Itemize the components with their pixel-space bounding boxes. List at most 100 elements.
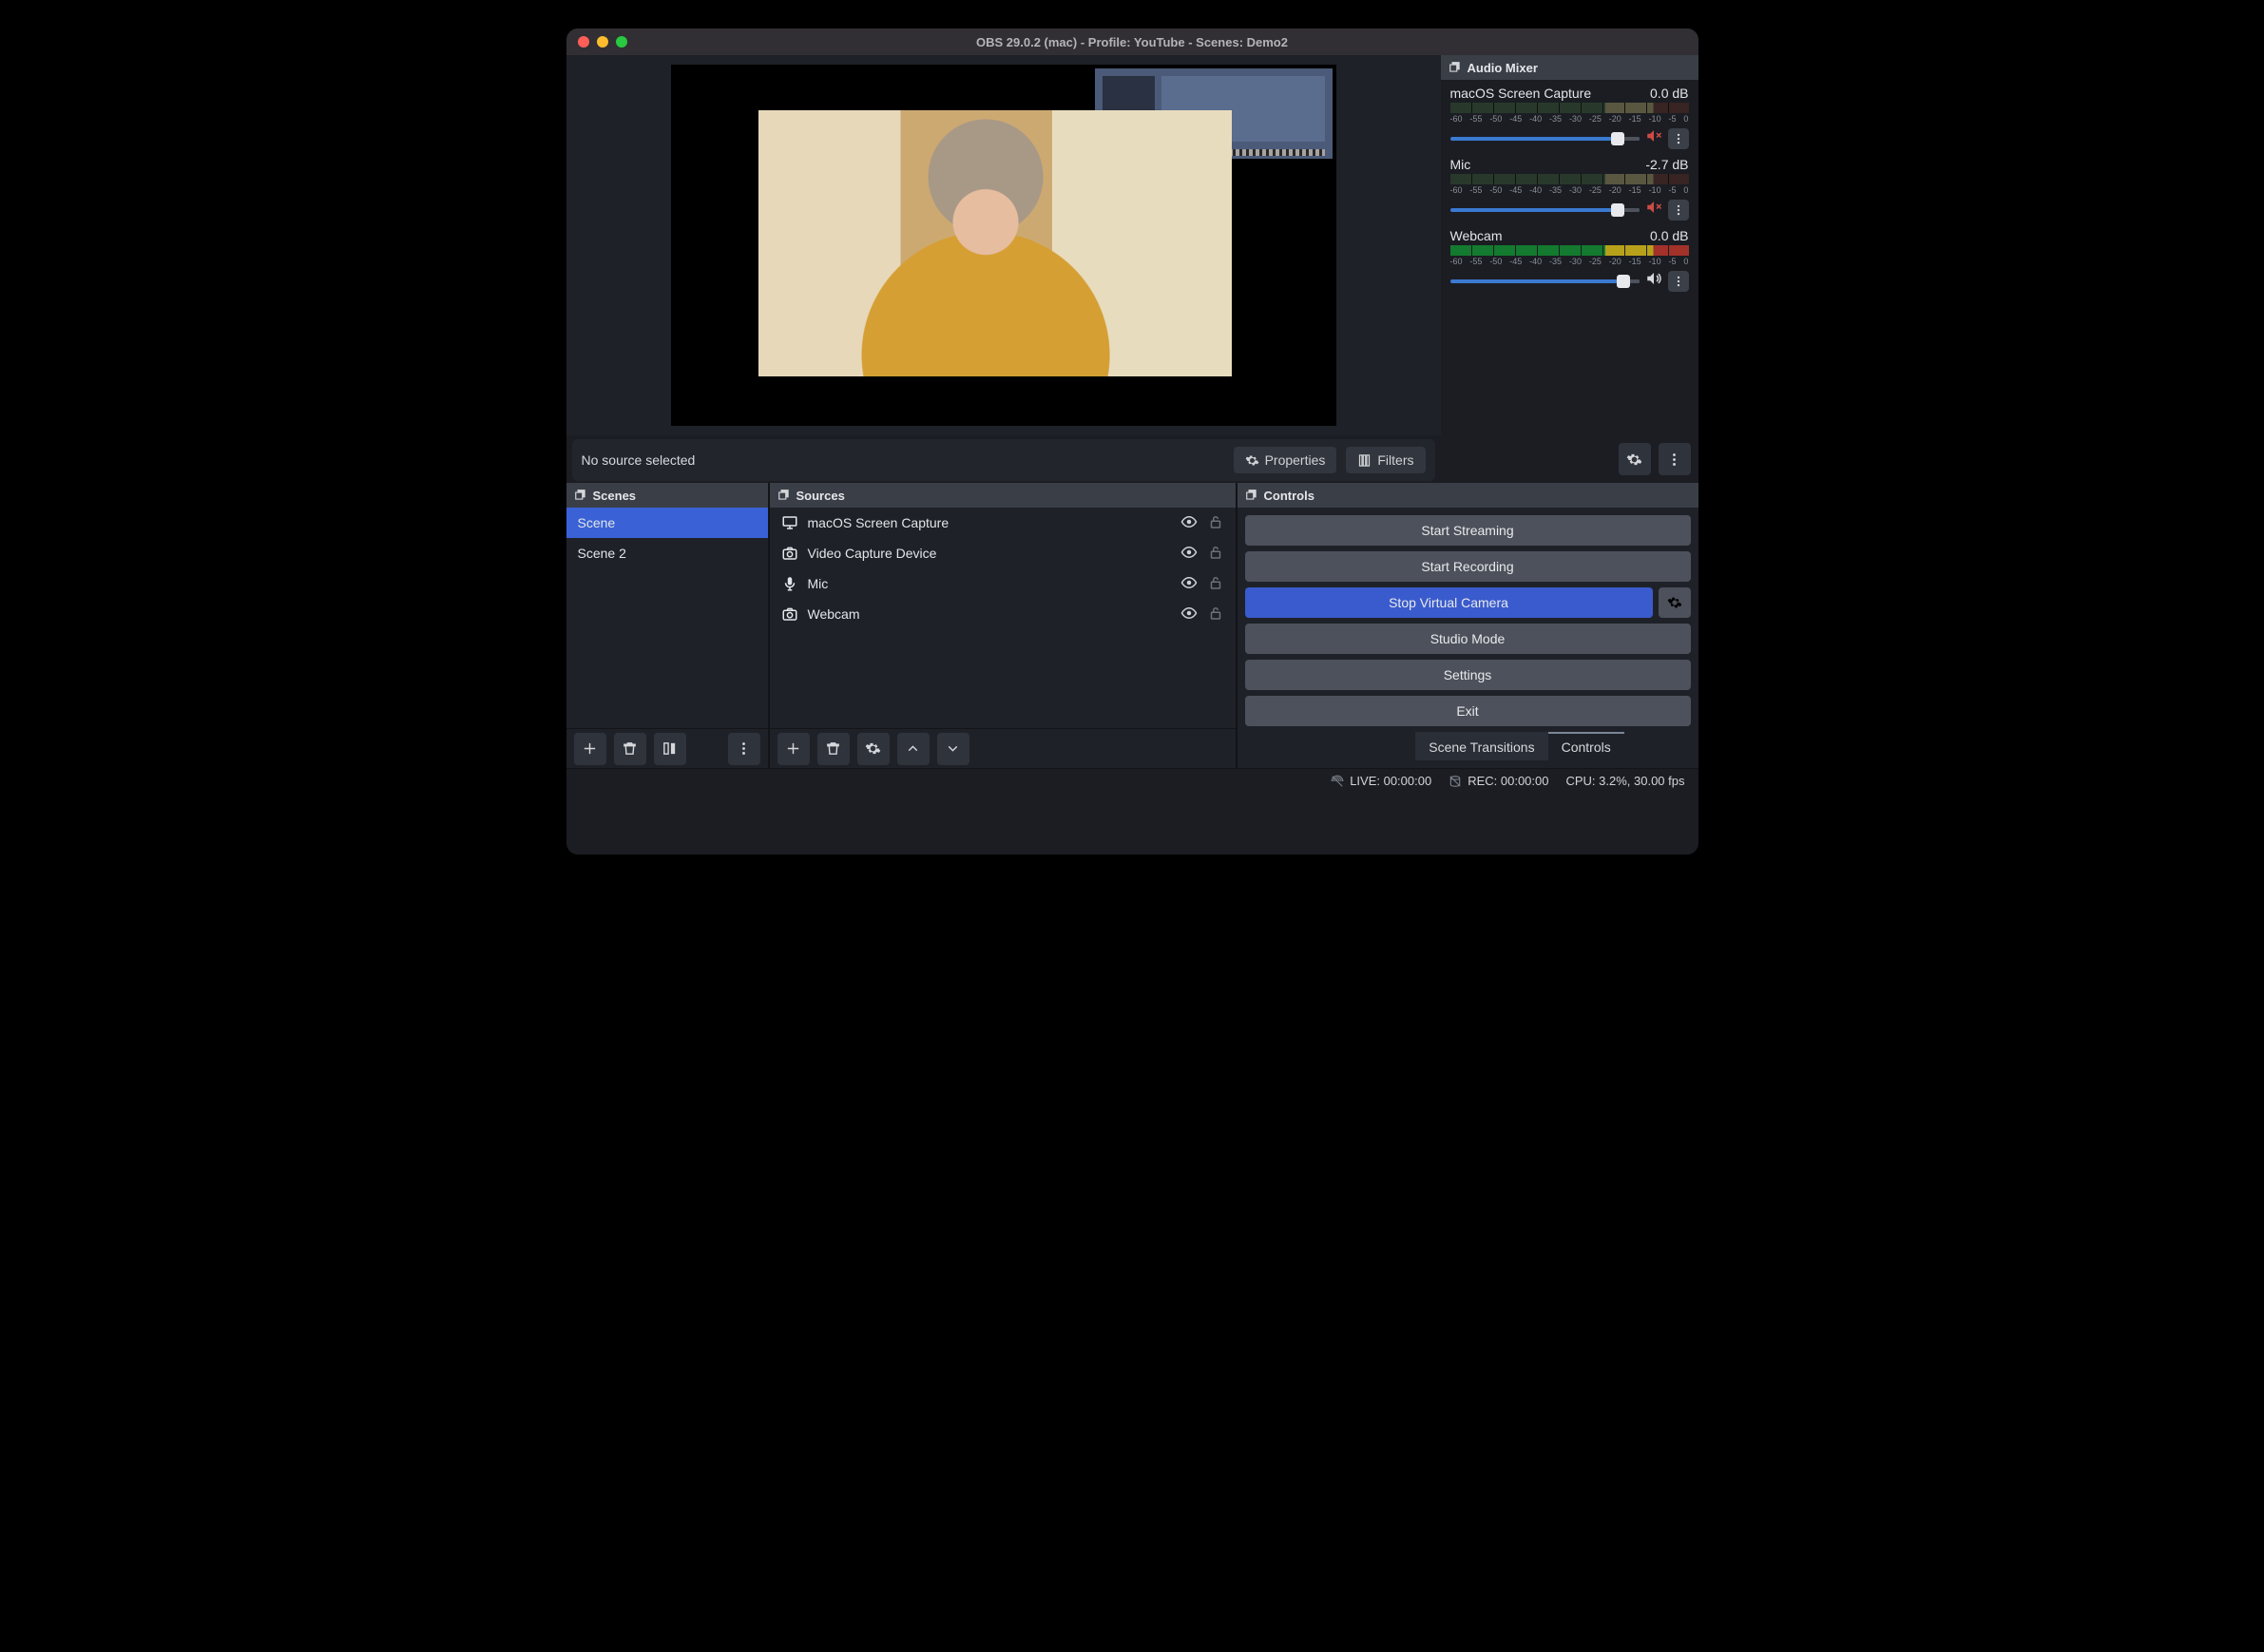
camera-icon (781, 545, 798, 562)
tab-scene-transitions[interactable]: Scene Transitions (1415, 732, 1547, 760)
toggle-lock-button[interactable] (1207, 574, 1224, 594)
preview-canvas[interactable] (671, 65, 1336, 426)
gear-icon (865, 740, 881, 757)
source-label: macOS Screen Capture (808, 515, 1171, 530)
popout-icon (574, 489, 587, 502)
channel-menu-button[interactable] (1668, 200, 1689, 221)
volume-slider[interactable] (1450, 137, 1640, 141)
statusbar: LIVE: 00:00:00 REC: 00:00:00 CPU: 3.2%, … (566, 768, 1698, 793)
audio-mixer-header[interactable]: Audio Mixer (1441, 55, 1698, 80)
level-meter (1450, 103, 1689, 113)
mixer-settings-button[interactable] (1619, 443, 1651, 475)
toggle-visibility-button[interactable] (1180, 544, 1198, 564)
mute-icon[interactable] (1645, 127, 1662, 149)
source-item[interactable]: Mic (770, 568, 1236, 599)
source-label: Mic (808, 576, 1171, 591)
stop-virtual-camera-button[interactable]: Stop Virtual Camera (1245, 587, 1653, 618)
virtual-camera-settings-button[interactable] (1659, 587, 1691, 618)
scenes-header[interactable]: Scenes (566, 483, 768, 508)
filters-button[interactable]: Filters (1346, 447, 1425, 473)
move-source-up-button[interactable] (897, 733, 930, 765)
mixer-channel-name: Mic (1450, 157, 1471, 172)
remove-scene-button[interactable] (614, 733, 646, 765)
source-item[interactable]: Video Capture Device (770, 538, 1236, 568)
controls-body: Start Streaming Start Recording Stop Vir… (1238, 508, 1698, 768)
tab-controls[interactable]: Controls (1548, 732, 1624, 760)
mic-icon (781, 575, 798, 592)
level-meter (1450, 245, 1689, 256)
live-timer: LIVE: 00:00:00 (1350, 774, 1431, 788)
add-source-button[interactable] (777, 733, 810, 765)
camera-icon (781, 605, 798, 623)
start-recording-button[interactable]: Start Recording (1245, 551, 1691, 582)
plus-icon (582, 740, 598, 757)
filters-icon (1357, 453, 1372, 468)
scene-item[interactable]: Scene 2 (566, 538, 768, 568)
toggle-lock-button[interactable] (1207, 544, 1224, 564)
sources-list: macOS Screen Capture Video Capture Devic… (770, 508, 1236, 728)
streaming-status-icon (1331, 775, 1344, 788)
rec-timer: REC: 00:00:00 (1468, 774, 1548, 788)
mixer-channel-name: Webcam (1450, 228, 1503, 243)
mixer-channel-name: macOS Screen Capture (1450, 86, 1592, 101)
source-item[interactable]: Webcam (770, 599, 1236, 629)
mixer-channel-db: 0.0 dB (1650, 228, 1688, 243)
toggle-lock-button[interactable] (1207, 605, 1224, 624)
monitor-icon (781, 514, 798, 531)
volume-slider[interactable] (1450, 208, 1640, 212)
cpu-fps: CPU: 3.2%, 30.00 fps (1565, 774, 1684, 788)
dots-icon (736, 740, 752, 757)
controls-header[interactable]: Controls (1238, 483, 1698, 508)
source-item[interactable]: macOS Screen Capture (770, 508, 1236, 538)
toggle-lock-button[interactable] (1207, 513, 1224, 533)
volume-slider[interactable] (1450, 279, 1640, 283)
scene-filters-button[interactable] (654, 733, 686, 765)
move-source-down-button[interactable] (937, 733, 969, 765)
properties-button[interactable]: Properties (1234, 447, 1337, 473)
settings-button[interactable]: Settings (1245, 660, 1691, 690)
popout-icon (777, 489, 791, 502)
obs-window: OBS 29.0.2 (mac) - Profile: YouTube - Sc… (566, 29, 1698, 855)
toggle-visibility-button[interactable] (1180, 605, 1198, 624)
source-toolbar: No source selected Properties Filters (572, 439, 1435, 481)
trash-icon (622, 740, 638, 757)
sources-header[interactable]: Sources (770, 483, 1236, 508)
source-label: Webcam (808, 606, 1171, 622)
remove-source-button[interactable] (817, 733, 850, 765)
source-label: Video Capture Device (808, 546, 1171, 561)
mixer-channel-db: -2.7 dB (1645, 157, 1688, 172)
scenes-toolbar (566, 728, 768, 768)
filter-icon (662, 740, 678, 757)
source-properties-button[interactable] (857, 733, 890, 765)
preview-area[interactable] (566, 55, 1441, 435)
level-meter (1450, 174, 1689, 184)
mixer-channel: Mic -2.7 dB -60-55-50-45-40-35-30-25-20-… (1450, 157, 1689, 221)
level-scale: -60-55-50-45-40-35-30-25-20-15-10-50 (1450, 114, 1689, 124)
scene-menu-button[interactable] (728, 733, 760, 765)
mute-icon[interactable] (1645, 199, 1662, 221)
popout-icon (1449, 61, 1462, 74)
level-scale: -60-55-50-45-40-35-30-25-20-15-10-50 (1450, 185, 1689, 195)
channel-menu-button[interactable] (1668, 128, 1689, 149)
mixer-menu-button[interactable] (1659, 443, 1691, 475)
window-title: OBS 29.0.2 (mac) - Profile: YouTube - Sc… (566, 35, 1698, 49)
studio-mode-button[interactable]: Studio Mode (1245, 624, 1691, 654)
gear-icon (1626, 451, 1642, 468)
toggle-visibility-button[interactable] (1180, 513, 1198, 533)
toggle-visibility-button[interactable] (1180, 574, 1198, 594)
start-streaming-button[interactable]: Start Streaming (1245, 515, 1691, 546)
gear-icon (1245, 453, 1259, 468)
scene-item[interactable]: Scene (566, 508, 768, 538)
source-preview-webcam[interactable] (758, 110, 1232, 376)
gear-icon (1667, 595, 1682, 610)
level-scale: -60-55-50-45-40-35-30-25-20-15-10-50 (1450, 257, 1689, 266)
popout-icon (1245, 489, 1258, 502)
add-scene-button[interactable] (574, 733, 606, 765)
audio-mixer-body: macOS Screen Capture 0.0 dB -60-55-50-45… (1441, 80, 1698, 435)
speaker-icon[interactable] (1645, 270, 1662, 292)
channel-menu-button[interactable] (1668, 271, 1689, 292)
mixer-channel-db: 0.0 dB (1650, 86, 1688, 101)
titlebar[interactable]: OBS 29.0.2 (mac) - Profile: YouTube - Sc… (566, 29, 1698, 55)
exit-button[interactable]: Exit (1245, 696, 1691, 726)
scenes-list: SceneScene 2 (566, 508, 768, 728)
